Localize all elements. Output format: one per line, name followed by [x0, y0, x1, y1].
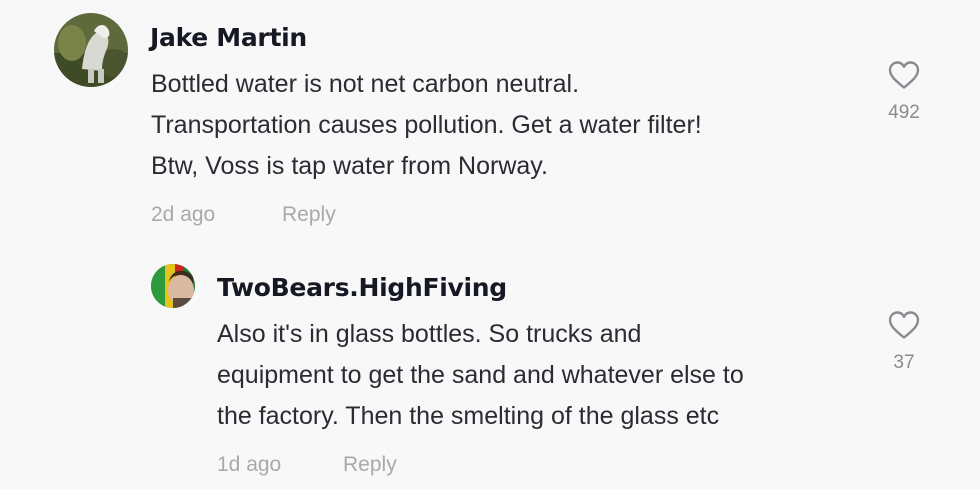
comment-timestamp: 1d ago: [217, 453, 282, 476]
comment-text-line: Also it's in glass bottles. So trucks an…: [217, 320, 642, 348]
heart-outline-icon: [874, 60, 934, 90]
comment-text-line: the factory. Then the smelting of the gl…: [217, 402, 720, 430]
comment-username[interactable]: TwoBears.HighFiving: [217, 273, 507, 302]
comment-text-line: Bottled water is not net carbon neutral.: [151, 70, 580, 98]
comment-username[interactable]: Jake Martin: [150, 23, 307, 52]
reply-comment-item: TwoBears.HighFiving Also it's in glass b…: [0, 250, 980, 489]
heart-outline-icon: [874, 310, 934, 340]
avatar[interactable]: [151, 264, 195, 308]
comment-item: Jake Martin Bottled water is not net car…: [0, 0, 980, 240]
comment-text-line: Transportation causes pollution. Get a w…: [151, 111, 702, 139]
like-count: 492: [888, 102, 920, 123]
like-button[interactable]: 37: [874, 310, 934, 374]
reply-button[interactable]: Reply: [282, 203, 336, 227]
comment-text-line: Btw, Voss is tap water from Norway.: [151, 152, 548, 180]
reply-button[interactable]: Reply: [343, 453, 397, 477]
like-button[interactable]: 492: [874, 60, 934, 124]
comment-text-line: equipment to get the sand and whatever e…: [217, 361, 744, 389]
comment-timestamp: 2d ago: [151, 203, 216, 226]
avatar[interactable]: [54, 13, 128, 87]
like-count: 37: [893, 352, 915, 373]
